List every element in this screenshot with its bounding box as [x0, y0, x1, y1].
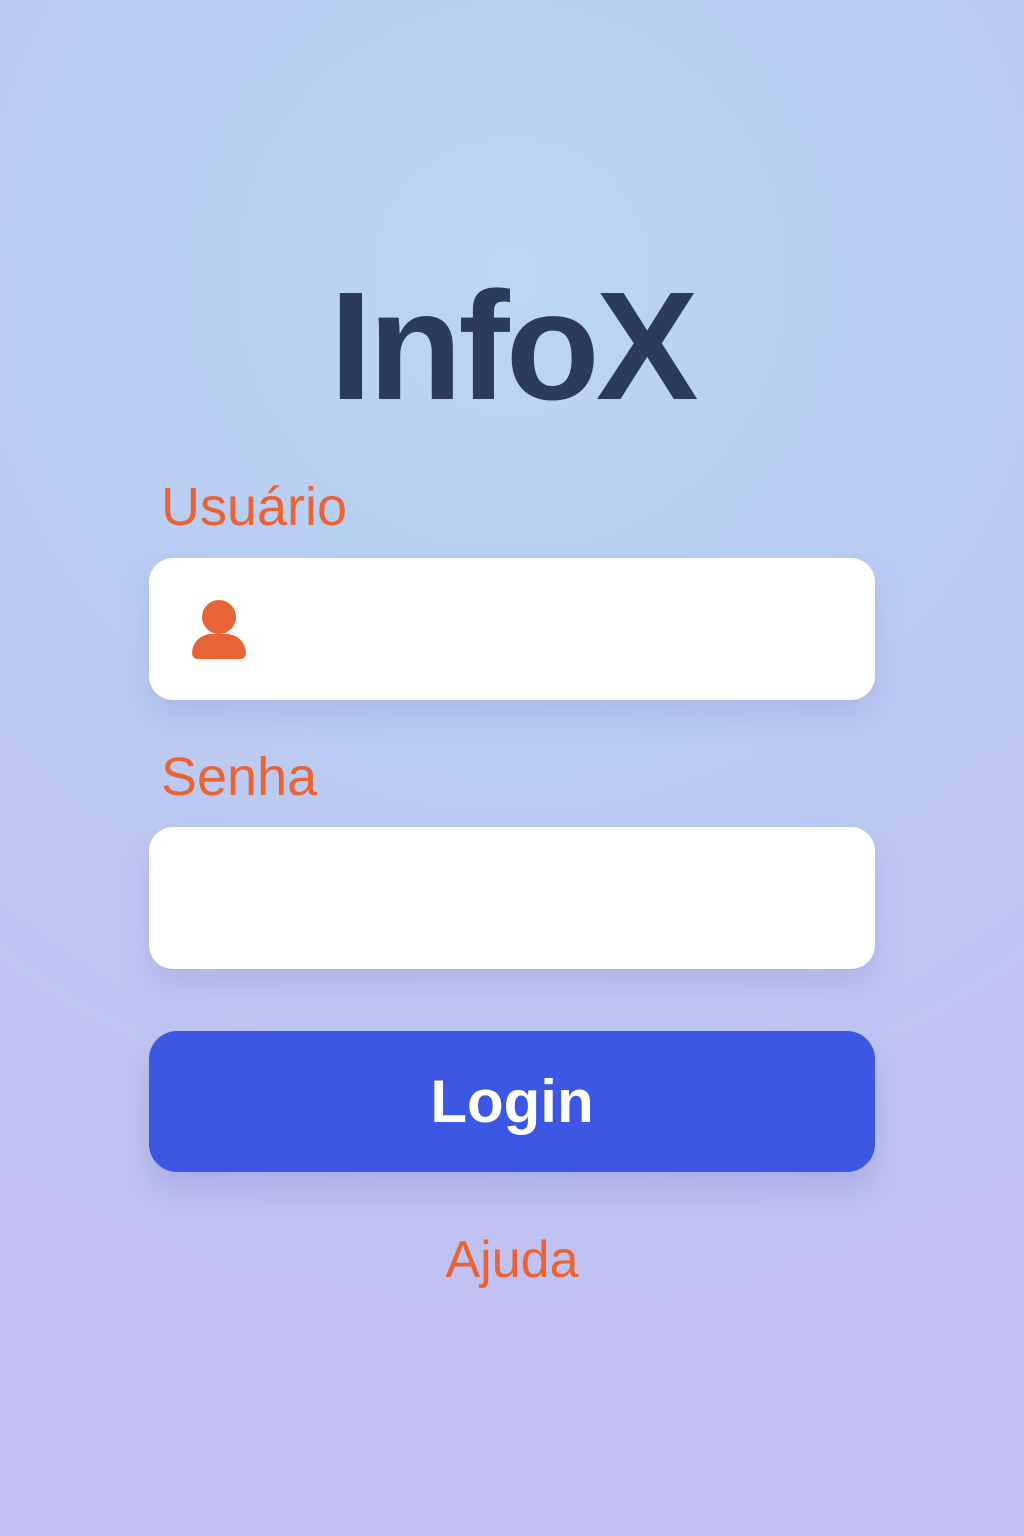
- username-field-container[interactable]: [149, 558, 875, 700]
- user-icon-head: [202, 600, 236, 634]
- app-title: InfoX: [329, 260, 699, 433]
- login-button[interactable]: Login: [149, 1031, 875, 1172]
- username-input[interactable]: [150, 559, 874, 699]
- username-label: Usuário: [161, 477, 348, 537]
- help-link[interactable]: Ajuda: [0, 1234, 1024, 1286]
- login-screen: InfoX Usuário Senha Login Ajuda: [0, 0, 1024, 1536]
- password-input[interactable]: [150, 828, 874, 968]
- password-field-container[interactable]: [149, 827, 875, 969]
- user-icon-body: [192, 634, 246, 659]
- user-icon: [191, 600, 247, 660]
- password-label: Senha: [161, 747, 318, 807]
